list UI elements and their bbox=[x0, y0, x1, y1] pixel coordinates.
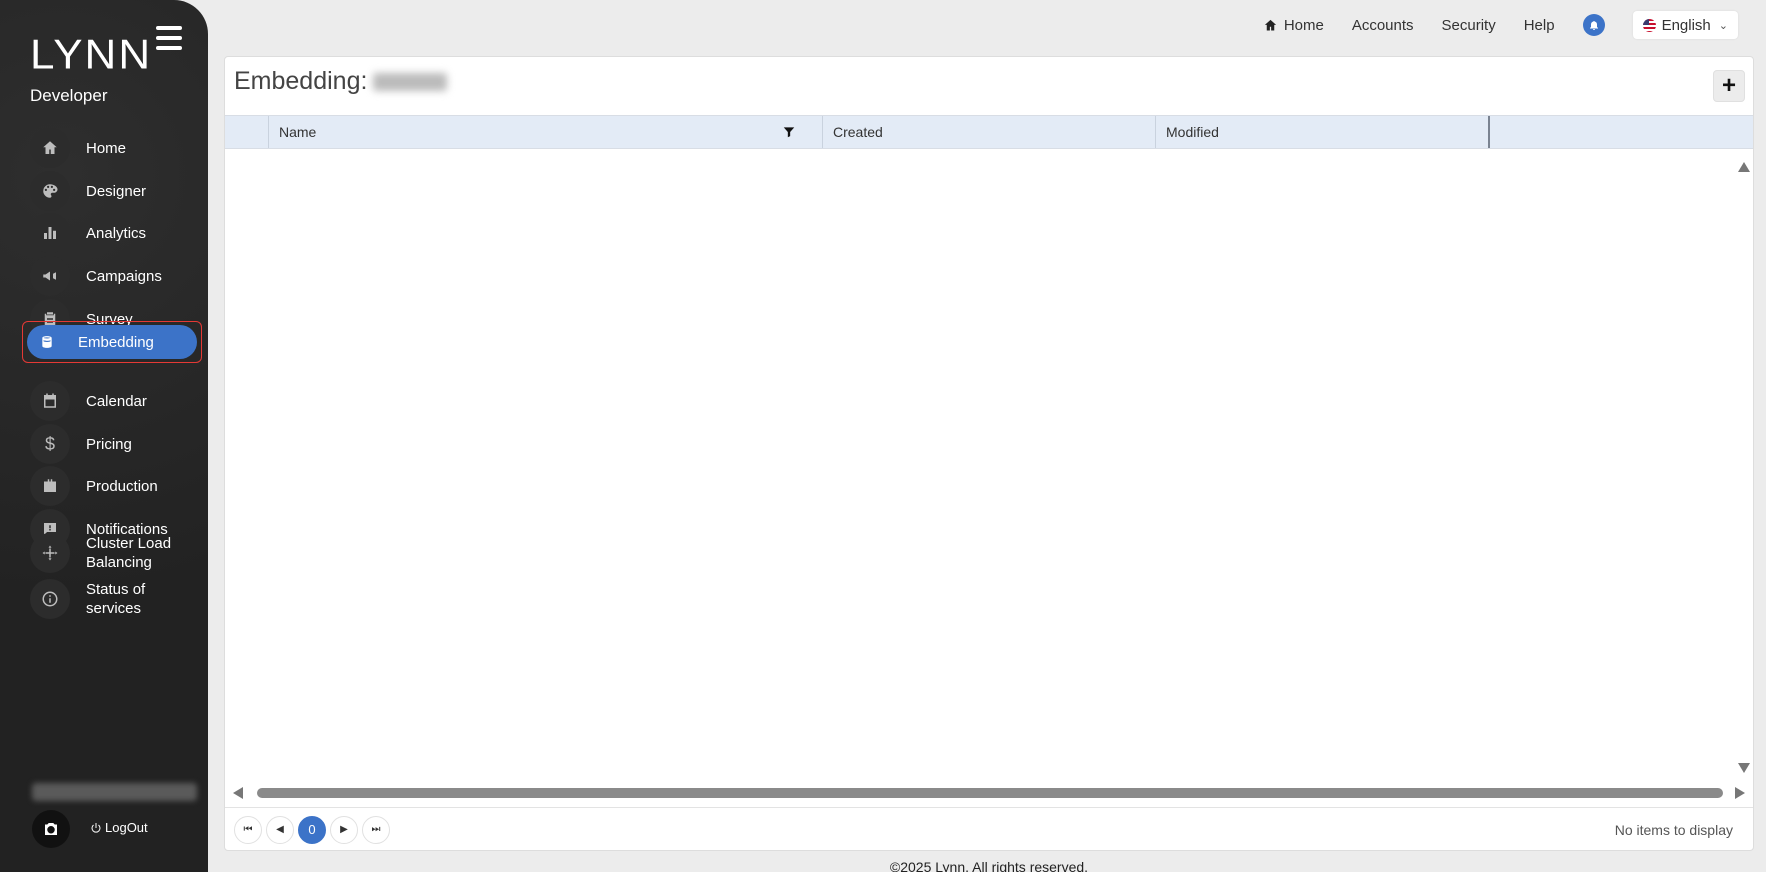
column-header-created[interactable]: Created bbox=[822, 116, 1155, 148]
current-page-button[interactable]: 0 bbox=[298, 815, 326, 844]
menu-toggle-icon[interactable] bbox=[156, 26, 182, 50]
sidebar-item-campaigns[interactable]: Campaigns bbox=[30, 256, 200, 296]
column-header-empty bbox=[1488, 116, 1737, 148]
select-column-header[interactable] bbox=[225, 116, 268, 148]
scroll-down-arrow-icon[interactable] bbox=[1737, 762, 1751, 774]
page-title-text: Embedding: bbox=[234, 67, 368, 95]
page-title: Embedding: bbox=[234, 67, 448, 96]
home-icon bbox=[30, 128, 70, 168]
last-page-button[interactable]: ⏭ bbox=[362, 815, 390, 844]
top-nav-security[interactable]: Security bbox=[1442, 17, 1496, 34]
sidebar-item-cluster-load-balancing[interactable]: Cluster Load Balancing bbox=[30, 533, 200, 573]
column-header-label: Modified bbox=[1166, 124, 1219, 140]
sidebar-item-label: Home bbox=[86, 139, 127, 157]
sidebar-item-calendar[interactable]: Calendar bbox=[30, 381, 200, 421]
top-nav-help[interactable]: Help bbox=[1524, 17, 1555, 34]
sidebar-item-embedding[interactable]: Embedding bbox=[22, 321, 202, 363]
chevron-down-icon: ⌄ bbox=[1718, 19, 1728, 32]
dollar-icon: $ bbox=[30, 424, 70, 464]
horizontal-scrollbar[interactable] bbox=[233, 785, 1745, 801]
sidebar-item-label: Designer bbox=[86, 182, 147, 200]
notifications-bell-button[interactable] bbox=[1582, 14, 1605, 36]
filter-icon[interactable] bbox=[782, 125, 796, 139]
top-nav-home-label: Home bbox=[1283, 16, 1324, 34]
pager: ⏮ ◀ 0 ▶ ⏭ No items to display bbox=[225, 807, 1753, 851]
top-nav-accounts[interactable]: Accounts bbox=[1352, 17, 1414, 34]
logout-label: LogOut bbox=[105, 820, 148, 835]
sidebar-item-pricing[interactable]: $ Pricing bbox=[30, 424, 200, 464]
camera-button[interactable] bbox=[32, 810, 70, 848]
database-icon bbox=[42, 336, 52, 348]
sidebar-item-label: Pricing bbox=[86, 435, 132, 453]
sidebar: LYNN Developer Home Designer Analytics C… bbox=[0, 0, 208, 872]
bar-chart-icon bbox=[30, 213, 70, 253]
us-flag-icon bbox=[1642, 18, 1656, 32]
scroll-left-arrow-icon[interactable] bbox=[233, 787, 243, 799]
column-header-name[interactable]: Name bbox=[268, 116, 822, 148]
sidebar-item-label: Campaigns bbox=[86, 267, 162, 285]
user-role: Developer bbox=[30, 86, 108, 105]
scroll-right-arrow-icon[interactable] bbox=[1735, 787, 1745, 799]
prev-page-button[interactable]: ◀ bbox=[266, 815, 294, 844]
grid-header: Name Created Modified bbox=[225, 115, 1753, 149]
column-header-label: Created bbox=[833, 124, 883, 140]
sidebar-item-production[interactable]: Production bbox=[30, 466, 200, 506]
cluster-icon bbox=[30, 533, 70, 573]
camera-icon bbox=[45, 823, 57, 835]
sidebar-item-label: Production bbox=[86, 477, 158, 495]
logout-button[interactable]: LogOut bbox=[90, 820, 148, 835]
next-page-button[interactable]: ▶ bbox=[330, 815, 358, 844]
main-panel: Embedding: + Name Created Modified ⏮ ◀ 0… bbox=[224, 56, 1754, 851]
top-nav: Home Accounts Security Help English ⌄ bbox=[1235, 10, 1738, 40]
info-icon bbox=[30, 579, 70, 619]
pager-status: No items to display bbox=[1614, 822, 1733, 838]
scroll-up-arrow-icon[interactable] bbox=[1737, 161, 1751, 173]
sidebar-item-label: Embedding bbox=[78, 333, 154, 351]
column-header-label: Name bbox=[279, 124, 317, 140]
sidebar-item-label: Analytics bbox=[86, 224, 147, 242]
sidebar-item-label: Calendar bbox=[86, 392, 147, 410]
calendar-icon bbox=[30, 381, 70, 421]
sidebar-item-analytics[interactable]: Analytics bbox=[30, 213, 200, 253]
first-page-button[interactable]: ⏮ bbox=[234, 815, 262, 844]
add-button[interactable]: + bbox=[1713, 70, 1745, 102]
language-label: English bbox=[1661, 16, 1711, 34]
scrollbar-thumb[interactable] bbox=[257, 788, 1723, 798]
home-icon bbox=[1264, 19, 1276, 30]
brand-logo: LYNN bbox=[30, 31, 153, 78]
power-icon bbox=[91, 822, 101, 833]
footer-copyright: ©2025 Lynn. All rights reserved. bbox=[889, 859, 1089, 872]
megaphone-icon bbox=[30, 256, 70, 296]
palette-icon bbox=[30, 171, 70, 211]
sidebar-item-label: Cluster Load Balancing bbox=[86, 535, 172, 571]
sidebar-item-label: Status of services bbox=[86, 581, 146, 617]
bell-icon bbox=[1589, 21, 1598, 30]
user-name-blurred bbox=[32, 783, 197, 801]
language-select[interactable]: English ⌄ bbox=[1632, 11, 1738, 39]
active-pill: Embedding bbox=[27, 325, 197, 359]
blurred-account-name bbox=[373, 72, 448, 91]
column-header-modified[interactable]: Modified bbox=[1155, 116, 1488, 148]
briefcase-icon bbox=[30, 466, 70, 506]
top-nav-home[interactable]: Home bbox=[1263, 17, 1324, 34]
sidebar-item-designer[interactable]: Designer bbox=[30, 171, 200, 211]
sidebar-item-home[interactable]: Home bbox=[30, 128, 200, 168]
sidebar-item-status-of-services[interactable]: Status of services bbox=[30, 579, 200, 619]
